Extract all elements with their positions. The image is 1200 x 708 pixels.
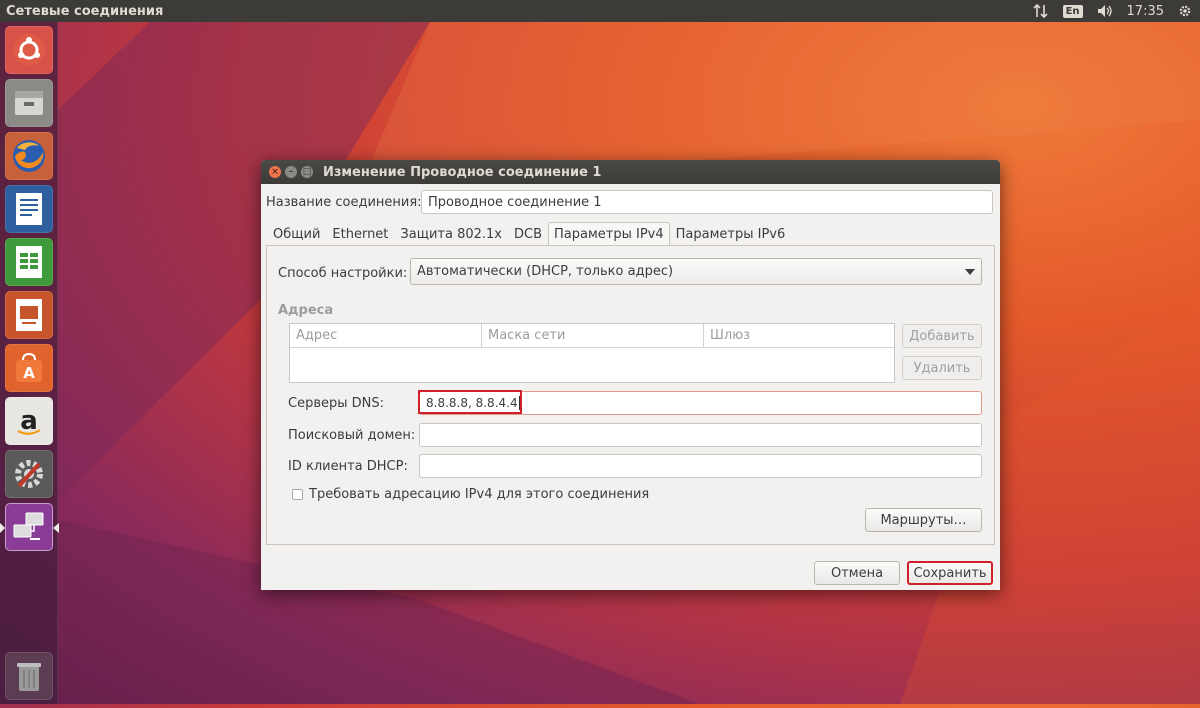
tab-bar: Общий Ethernet Защита 802.1x DCB Парамет…: [267, 221, 791, 246]
dhcp-client-id-label: ID клиента DHCP:: [288, 458, 408, 474]
trash-icon[interactable]: [5, 652, 53, 700]
method-label: Способ настройки:: [278, 266, 408, 281]
network-connections-icon[interactable]: [5, 503, 53, 551]
firefox-icon[interactable]: [5, 132, 53, 180]
dialog-titlebar[interactable]: × – □ Изменение Проводное соединение 1: [261, 160, 1000, 184]
amazon-icon[interactable]: a: [5, 397, 53, 445]
libreoffice-calc-icon[interactable]: [5, 238, 53, 286]
tab-security-8021x[interactable]: Защита 802.1x: [394, 222, 508, 246]
libreoffice-impress-icon[interactable]: [5, 291, 53, 339]
connection-name-field[interactable]: Проводное соединение 1: [421, 190, 993, 214]
keyboard-layout-indicator[interactable]: En: [1062, 4, 1083, 18]
tab-general[interactable]: Общий: [267, 222, 326, 246]
launcher: A a: [0, 22, 59, 704]
dhcp-client-id-field[interactable]: [419, 454, 982, 478]
ubuntu-dash-icon[interactable]: [5, 26, 53, 74]
volume-icon[interactable]: [1097, 4, 1113, 18]
cancel-button[interactable]: Отмена: [814, 561, 900, 585]
dns-highlight-box: [418, 390, 522, 414]
running-indicator: [0, 523, 5, 533]
svg-text:A: A: [23, 364, 35, 382]
edit-connection-dialog: × – □ Изменение Проводное соединение 1 Н…: [261, 160, 1000, 590]
tab-ethernet[interactable]: Ethernet: [326, 222, 394, 246]
close-button[interactable]: ×: [269, 166, 281, 178]
dialog-title: Изменение Проводное соединение 1: [323, 164, 602, 180]
gear-icon[interactable]: [1178, 4, 1192, 18]
dropdown-arrow-icon: [965, 264, 975, 279]
require-ipv4-checkbox[interactable]: [292, 488, 303, 500]
tab-ipv6-settings[interactable]: Параметры IPv6: [670, 222, 792, 246]
system-settings-icon[interactable]: [5, 450, 53, 498]
connection-name-label: Название соединения:: [266, 194, 422, 210]
routes-button[interactable]: Маршруты…: [865, 508, 982, 532]
maximize-button[interactable]: □: [301, 166, 313, 178]
addresses-table-header: Адрес Маска сети Шлюз: [290, 324, 894, 348]
files-icon[interactable]: [5, 79, 53, 127]
method-dropdown-value: Автоматически (DHCP, только адрес): [417, 264, 674, 279]
network-arrows-icon[interactable]: [1033, 4, 1049, 18]
tab-ipv4-settings[interactable]: Параметры IPv4: [548, 222, 670, 246]
system-tray: En 17:35: [1033, 4, 1200, 19]
search-domain-label: Поисковый домен:: [288, 427, 416, 443]
method-dropdown[interactable]: Автоматически (DHCP, только адрес): [410, 258, 982, 285]
addresses-heading: Адреса: [278, 302, 334, 318]
libreoffice-writer-icon[interactable]: [5, 185, 53, 233]
addresses-table[interactable]: Адрес Маска сети Шлюз: [289, 323, 895, 383]
add-address-button[interactable]: Добавить: [902, 324, 982, 348]
tab-dcb[interactable]: DCB: [508, 222, 548, 246]
dns-servers-label: Серверы DNS:: [288, 395, 385, 411]
top-panel: Сетевые соединения En 17:35: [0, 0, 1200, 22]
column-netmask[interactable]: Маска сети: [482, 324, 704, 347]
ubuntu-software-icon[interactable]: A: [5, 344, 53, 392]
search-domain-field[interactable]: [419, 423, 982, 447]
save-button[interactable]: Сохранить: [907, 561, 993, 585]
delete-address-button[interactable]: Удалить: [902, 356, 982, 380]
app-title: Сетевые соединения: [6, 3, 164, 19]
column-address[interactable]: Адрес: [290, 324, 482, 347]
minimize-button[interactable]: –: [285, 166, 297, 178]
column-gateway[interactable]: Шлюз: [704, 324, 894, 347]
focused-indicator: [53, 523, 59, 533]
clock[interactable]: 17:35: [1127, 4, 1164, 19]
require-ipv4-label[interactable]: Требовать адресацию IPv4 для этого соеди…: [309, 487, 649, 502]
